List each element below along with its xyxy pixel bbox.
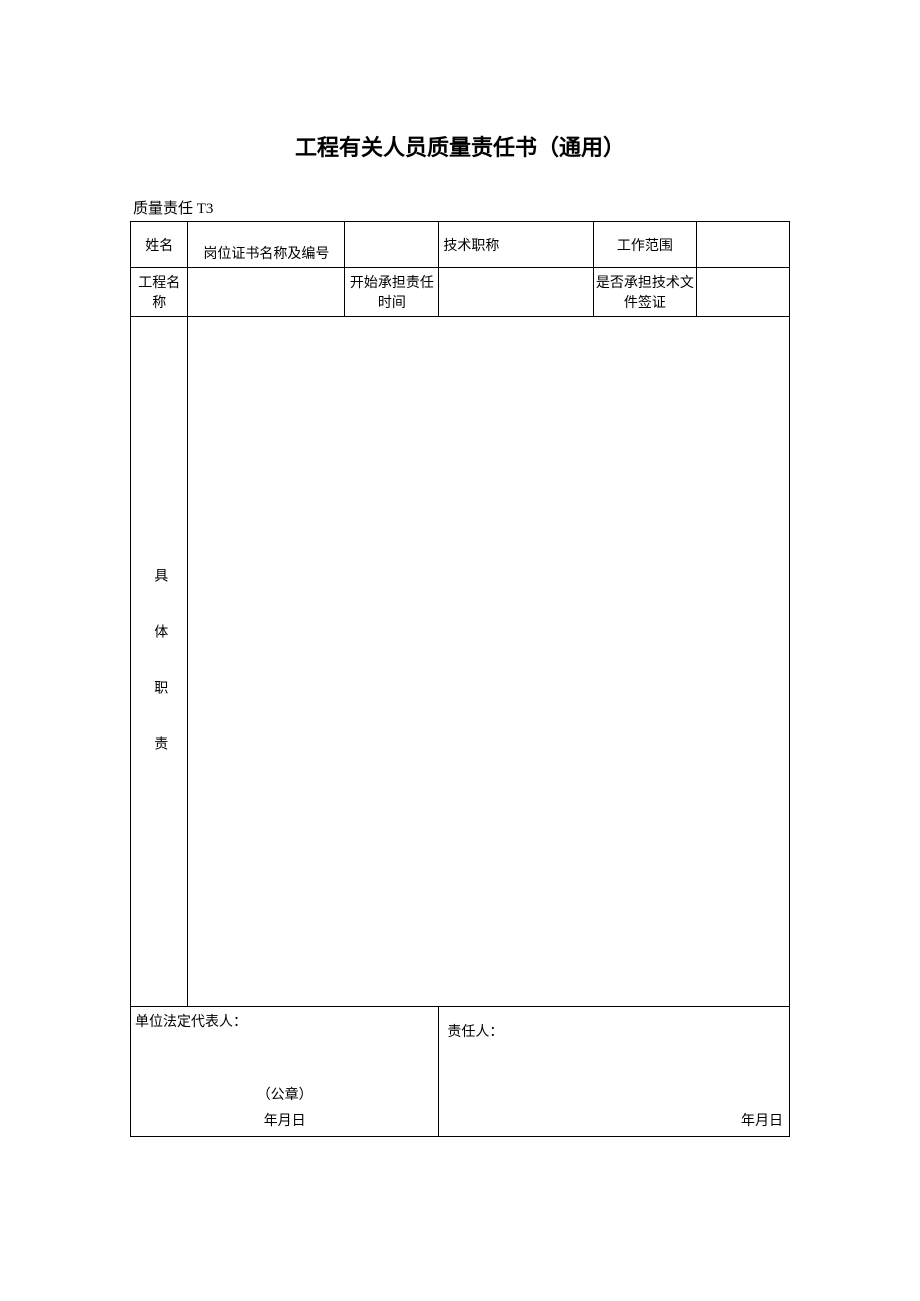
right-date-label: 年月日 <box>741 1110 783 1130</box>
project-label: 工程名称 <box>131 268 188 317</box>
start-time-value <box>439 268 593 317</box>
seal-label: （公章） <box>131 1084 438 1104</box>
scope-label: 工作范围 <box>593 222 696 268</box>
signature-right: 责任人： 年月日 <box>439 1007 790 1137</box>
cert-value <box>345 222 439 268</box>
duties-content <box>188 317 790 1007</box>
signature-row: 单位法定代表人： （公章） 年月日 责任人： 年月日 <box>131 1007 790 1137</box>
duties-label: 具体职责 <box>131 317 188 1007</box>
scope-value <box>696 222 789 268</box>
header-row-1: 姓名 岗位证书名称及编号 技术职称 工作范围 <box>131 222 790 268</box>
start-time-label: 开始承担责任时间 <box>345 268 439 317</box>
page-title: 工程有关人员质量责任书（通用） <box>130 130 790 162</box>
legal-rep-label: 单位法定代表人： <box>135 1011 247 1031</box>
form-table: 姓名 岗位证书名称及编号 技术职称 工作范围 工程名称 开始承担责任时间 是否承… <box>130 221 790 1137</box>
name-label: 姓名 <box>131 222 188 268</box>
project-value <box>188 268 345 317</box>
tech-sign-value <box>696 268 789 317</box>
form-code: 质量责任 T3 <box>130 197 790 218</box>
header-row-2: 工程名称 开始承担责任时间 是否承担技术文件签证 <box>131 268 790 317</box>
duties-row: 具体职责 <box>131 317 790 1007</box>
form-page: 工程有关人员质量责任书（通用） 质量责任 T3 姓名 岗位证书名称及编号 技术职… <box>0 0 920 1137</box>
tech-title-label: 技术职称 <box>439 222 593 268</box>
cert-label: 岗位证书名称及编号 <box>188 222 345 268</box>
left-date-label: 年月日 <box>131 1110 438 1130</box>
tech-sign-label: 是否承担技术文件签证 <box>593 268 696 317</box>
signature-left: 单位法定代表人： （公章） 年月日 <box>131 1007 439 1137</box>
responsible-label: 责任人： <box>447 1021 503 1041</box>
